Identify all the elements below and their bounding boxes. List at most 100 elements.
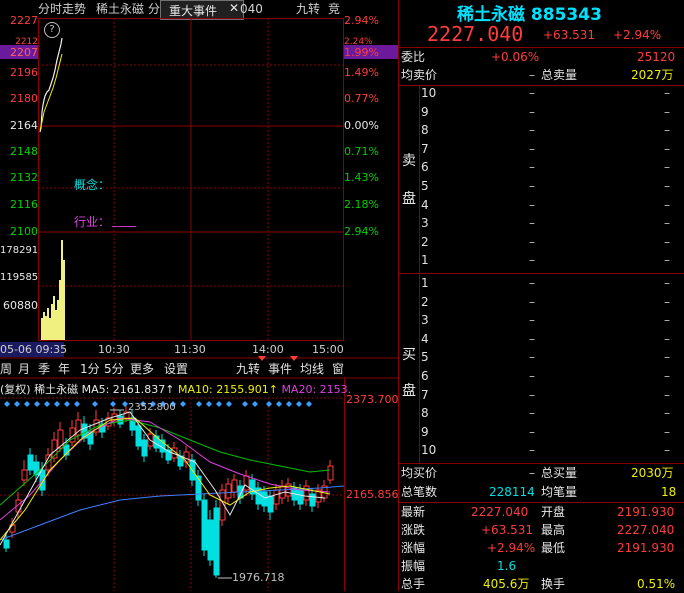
price-label: 2100 — [10, 225, 38, 238]
candle-body — [243, 475, 250, 491]
sell-level-row[interactable]: 7 – – — [399, 142, 684, 161]
tab-5min[interactable]: 5分 — [104, 361, 124, 378]
buy-level-num: 3 — [421, 313, 429, 328]
sell-level-row[interactable]: 1 – – — [399, 253, 684, 272]
tab-more[interactable]: 更多 — [130, 361, 154, 378]
total-buy-label: 总买量 — [541, 466, 578, 480]
pct-label: 1.43% — [344, 171, 379, 184]
pct-label: 2.94% — [344, 14, 379, 27]
buy-level-num: 7 — [421, 387, 429, 402]
price-change: +63.531 — [543, 28, 596, 42]
buy-level-volume: – — [664, 331, 670, 346]
sell-level-num: 5 — [421, 179, 429, 193]
latest-value: 2227.040 — [471, 505, 529, 519]
buy-level-row[interactable]: 9 – – — [399, 425, 684, 444]
buy-level-row[interactable]: 3 – – — [399, 313, 684, 332]
buy-level-row[interactable]: 5 – – — [399, 350, 684, 369]
price-label: 2148 — [10, 145, 38, 158]
sell-level-row[interactable]: 9 – – — [399, 105, 684, 124]
sell-level-row[interactable]: 5 – – — [399, 179, 684, 198]
candle-body — [267, 495, 274, 513]
sell-level-price: – — [529, 141, 535, 156]
weibi-value: 25120 — [637, 50, 676, 64]
pct-label: 1.99% — [344, 46, 379, 59]
sell-level-volume: – — [664, 160, 670, 175]
turnover-label: 换手 — [541, 577, 566, 591]
sell-level-row[interactable]: 4 – – — [399, 198, 684, 217]
buy-level-row[interactable]: 1 – – — [399, 276, 684, 295]
event-diamond-icon[interactable] — [216, 401, 222, 407]
avg-buy-value: – — [529, 466, 535, 480]
event-diamond-icon[interactable] — [266, 401, 272, 407]
event-diamond-icon[interactable] — [14, 401, 20, 407]
event-diamond-icon[interactable] — [252, 401, 258, 407]
pct-label: 2.94% — [344, 225, 379, 238]
buy-level-volume: – — [664, 443, 670, 458]
event-diamond-icon[interactable] — [64, 401, 70, 407]
sell-level-row[interactable]: 6 – – — [399, 160, 684, 179]
tab-jiuzhuan-k[interactable]: 九转 — [236, 361, 260, 378]
buy-level-row[interactable]: 8 – – — [399, 406, 684, 425]
event-diamond-icon[interactable] — [24, 401, 30, 407]
event-diamond-icon[interactable] — [110, 401, 116, 407]
event-diamond-icon[interactable] — [306, 401, 312, 407]
buy-level-row[interactable]: 6 – – — [399, 369, 684, 388]
buy-level-row[interactable]: 7 – – — [399, 388, 684, 407]
buy-level-price: – — [529, 443, 535, 458]
buy-level-price: – — [529, 313, 535, 328]
tab-window[interactable]: 窗 — [332, 361, 344, 378]
candle-body — [327, 465, 334, 481]
sell-level-row[interactable]: 10 – – — [399, 86, 684, 105]
tab-1min[interactable]: 1分 — [80, 361, 100, 378]
buy-level-price: – — [529, 276, 535, 290]
event-diamond-icon[interactable] — [196, 401, 202, 407]
event-diamond-icon[interactable] — [4, 401, 10, 407]
candle-body — [231, 479, 238, 493]
time-label: 10:30 — [98, 343, 130, 356]
buy-level-row[interactable]: 2 – – — [399, 295, 684, 314]
event-diamond-icon[interactable] — [226, 401, 232, 407]
event-diamond-icon[interactable] — [180, 401, 186, 407]
chg-value: +63.531 — [481, 523, 534, 537]
total-buy-value: 2030万 — [631, 466, 674, 480]
event-diamond-icon[interactable] — [242, 401, 248, 407]
price-label: 2227 — [10, 14, 38, 27]
event-diamond-icon[interactable] — [74, 401, 80, 407]
chart-area: 分时走势 稀土永磁 分 重大事件 ✕ 040 九转 竞 ? 2227 2212 … — [0, 0, 399, 591]
tab-settings[interactable]: 设置 — [164, 361, 188, 378]
candle-body — [261, 491, 268, 507]
sell-level-row[interactable]: 8 – – — [399, 123, 684, 142]
tab-quarter[interactable]: 季 — [38, 361, 50, 378]
sell-level-row[interactable]: 3 – – — [399, 216, 684, 235]
event-diamond-icon[interactable] — [92, 401, 98, 407]
event-diamond-icon[interactable] — [276, 401, 282, 407]
help-icon[interactable]: ? — [44, 22, 60, 38]
weibi-label: 委比 — [401, 50, 426, 64]
buy-level-row[interactable]: 10 – – — [399, 443, 684, 462]
buy-level-volume: – — [664, 424, 670, 439]
legend-ma10: MA10: 2155.901↑ — [178, 383, 278, 396]
turnover-value: 0.51% — [637, 577, 676, 591]
avg-trade-label: 均笔量 — [541, 485, 578, 499]
buy-level-row[interactable]: 4 – – — [399, 332, 684, 351]
chgpct-label: 涨幅 — [401, 541, 426, 555]
event-diamond-icon[interactable] — [34, 401, 40, 407]
weibi-row: 委比 +0.06% 25120 — [399, 48, 684, 66]
event-diamond-icon[interactable] — [54, 401, 60, 407]
tab-year[interactable]: 年 — [58, 361, 70, 378]
low-label: 最低 — [541, 541, 566, 555]
event-diamond-icon[interactable] — [44, 401, 50, 407]
event-diamond-icon[interactable] — [296, 401, 302, 407]
candle-body — [225, 483, 232, 499]
event-diamond-icon[interactable] — [206, 401, 212, 407]
tab-ma[interactable]: 均线 — [300, 361, 324, 378]
tab-month[interactable]: 月 — [18, 361, 30, 378]
tab-week[interactable]: 周 — [0, 361, 12, 378]
sell-level-price: – — [529, 197, 535, 212]
sell-level-row[interactable]: 2 – – — [399, 235, 684, 254]
legend-prefix: (复权) — [0, 383, 31, 396]
tab-event-k[interactable]: 事件 — [268, 361, 292, 378]
stock-code: 885343 — [530, 5, 602, 25]
pct-label: 2.18% — [344, 198, 379, 211]
event-diamond-icon[interactable] — [286, 401, 292, 407]
